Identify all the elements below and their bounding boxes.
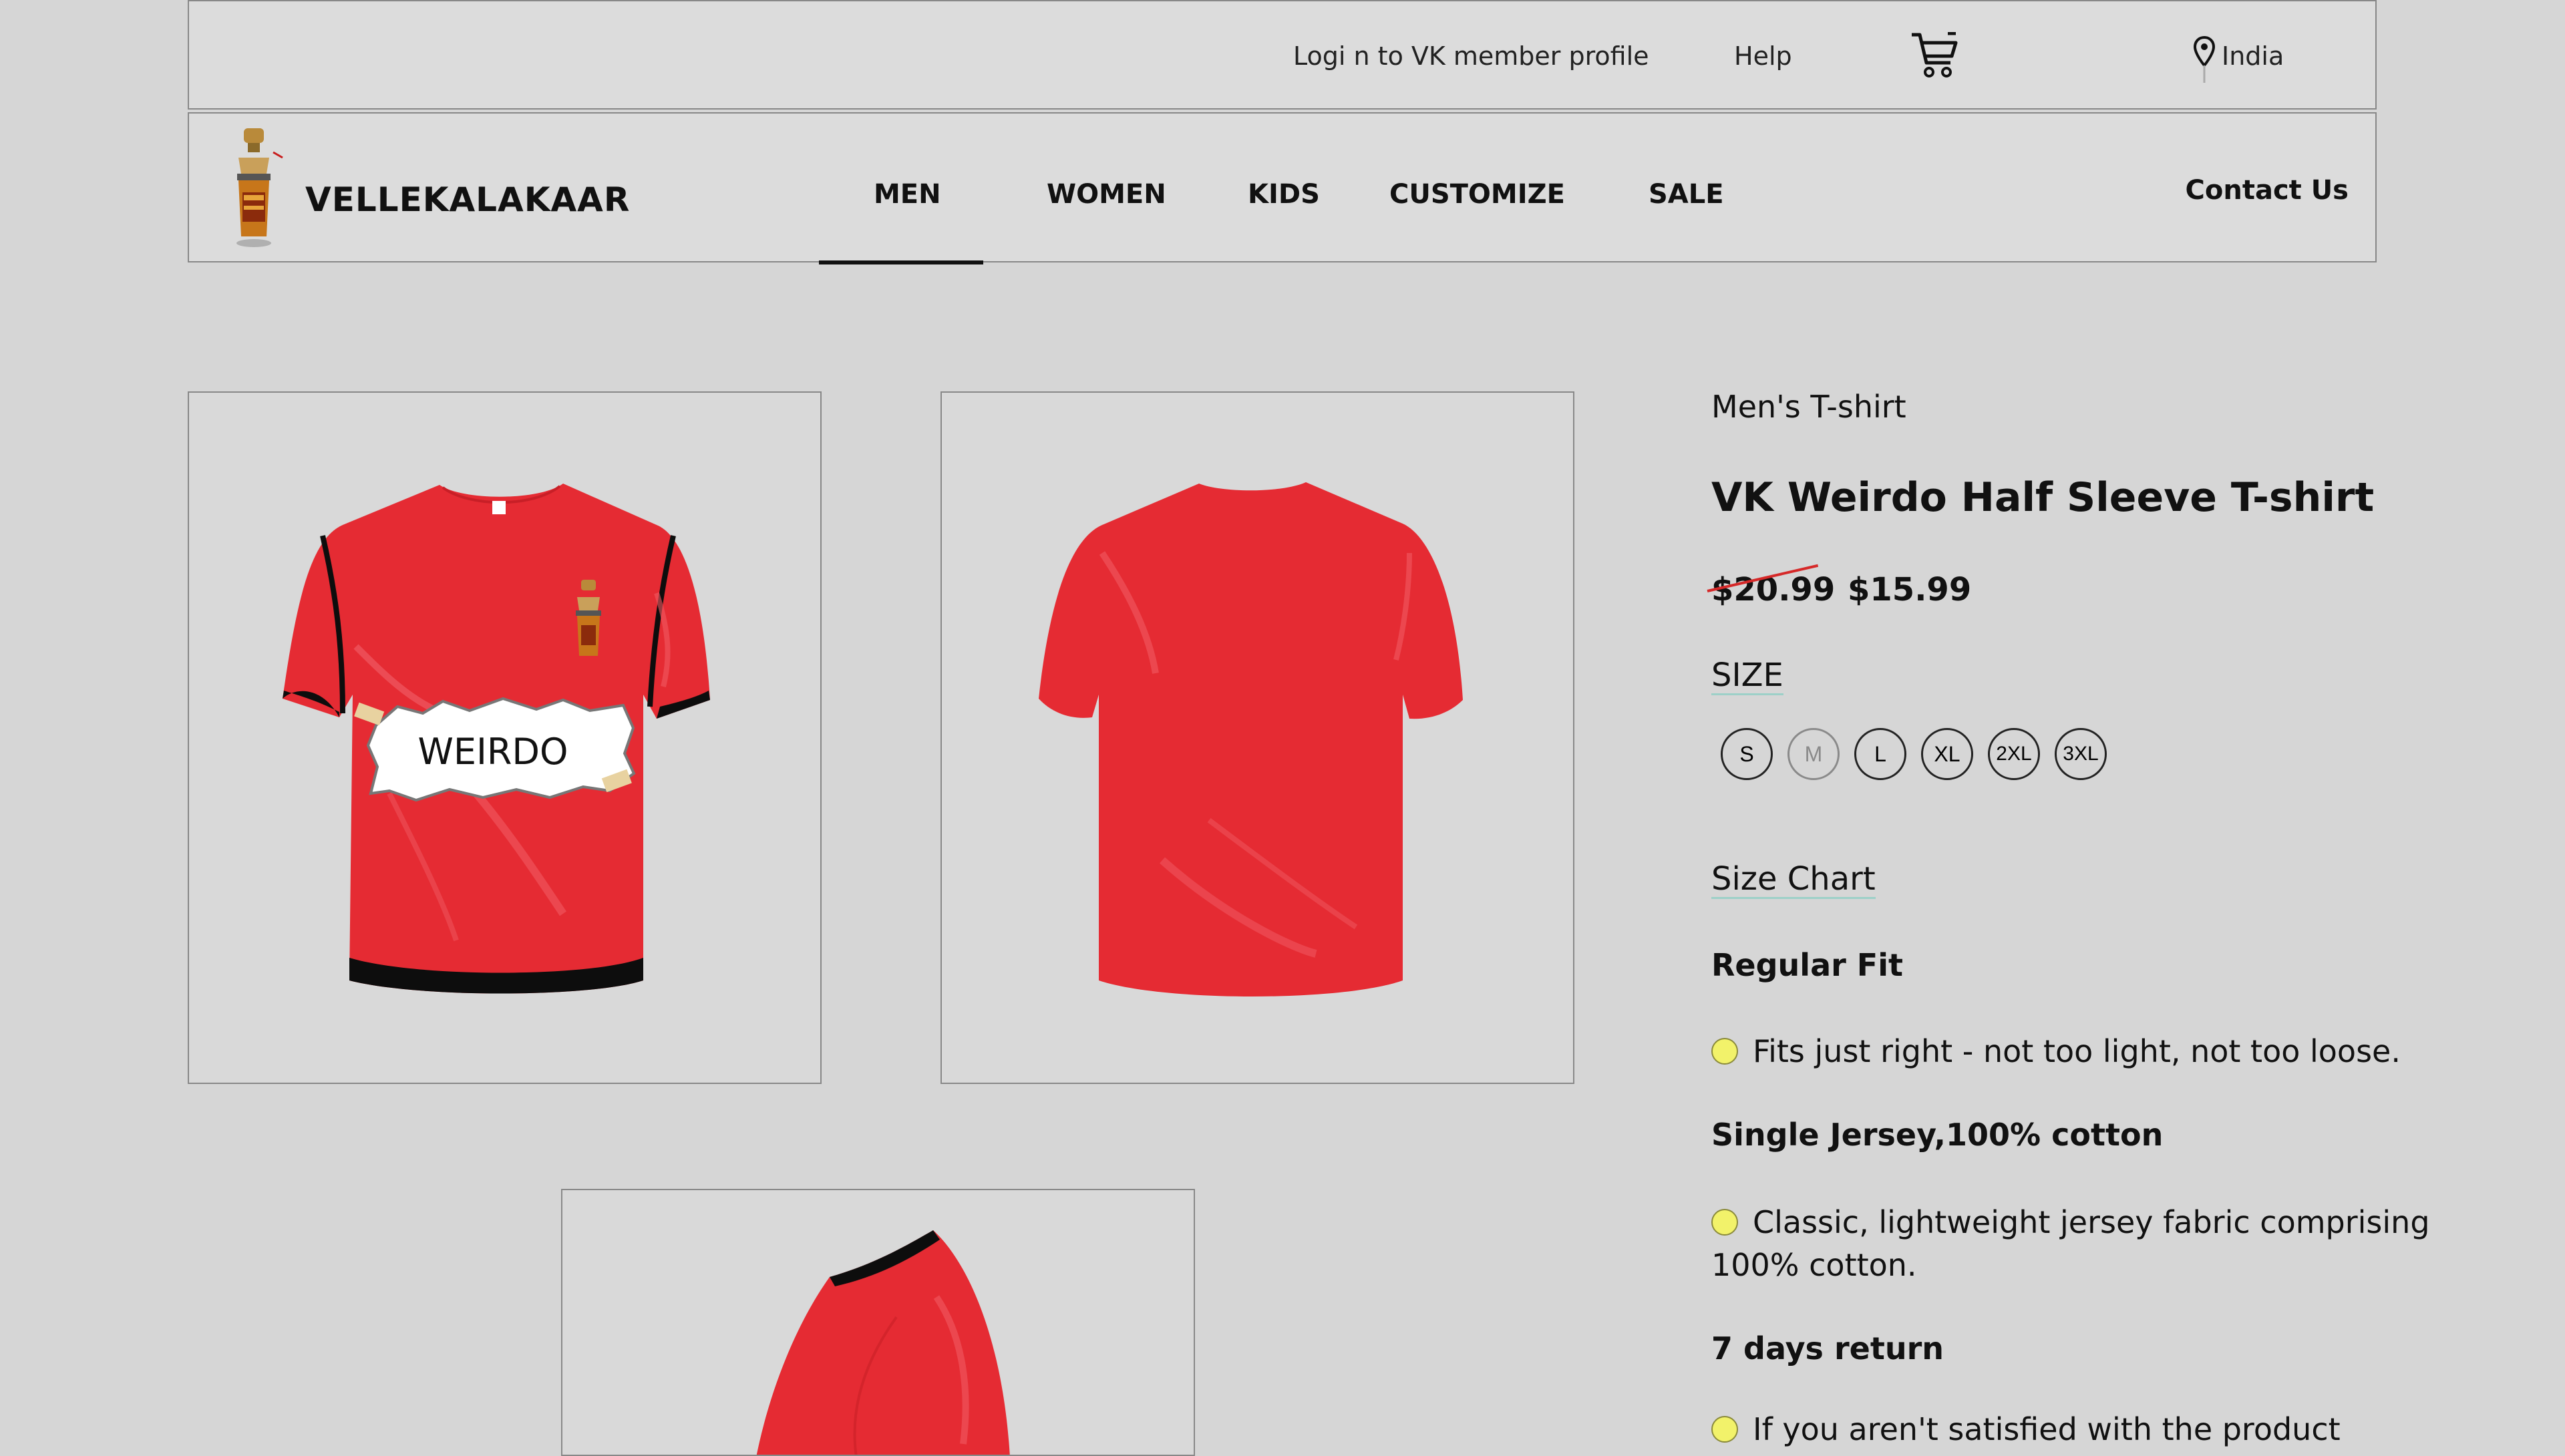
help-link[interactable]: Help bbox=[1734, 41, 1792, 71]
feature-text-returns: If you aren't satisfied with the product bbox=[1711, 1408, 2513, 1451]
top-utility-bar: Logi n to VK member profile Help India bbox=[188, 0, 2377, 110]
product-image-front[interactable]: WEIRDO bbox=[188, 391, 822, 1084]
size-option-xl[interactable]: XL bbox=[1921, 728, 1973, 780]
product-image-back[interactable] bbox=[940, 391, 1574, 1084]
original-price: $20.99 bbox=[1707, 564, 1835, 608]
feature-text: Classic, lightweight jersey fabric compr… bbox=[1711, 1204, 2430, 1283]
cart-icon[interactable] bbox=[1909, 31, 1960, 81]
main-nav: VELLEKALAKAAR MEN WOMEN KIDS CUSTOMIZE S… bbox=[188, 112, 2377, 264]
nav-item-kids[interactable]: KIDS bbox=[1248, 179, 1320, 210]
login-link[interactable]: Logi n to VK member profile bbox=[1293, 41, 1649, 71]
location-label[interactable]: India bbox=[2222, 41, 2284, 71]
nav-item-sale[interactable]: SALE bbox=[1649, 179, 1724, 210]
cocktail-shaker-logo[interactable] bbox=[229, 126, 289, 255]
tshirt-back-illustration bbox=[1039, 482, 1463, 996]
sale-price: $15.99 bbox=[1848, 571, 1972, 608]
product-image-side[interactable] bbox=[561, 1189, 1195, 1456]
feature-heading-fabric: Single Jersey,100% cotton bbox=[1711, 1117, 2164, 1153]
bullet-icon bbox=[1711, 1416, 1738, 1443]
product-category: Men's T-shirt bbox=[1711, 389, 1906, 425]
size-option-l[interactable]: L bbox=[1854, 728, 1906, 780]
contact-us-link[interactable]: Contact Us bbox=[2186, 175, 2349, 206]
feature-text-fabric: Classic, lightweight jersey fabric compr… bbox=[1711, 1201, 2513, 1286]
product-title: VK Weirdo Half Sleeve T-shirt bbox=[1711, 474, 2375, 521]
location-pin-icon[interactable] bbox=[2193, 35, 2216, 87]
tshirt-side-illustration bbox=[756, 1230, 1010, 1455]
size-option-3xl[interactable]: 3XL bbox=[2055, 728, 2107, 780]
feature-text: If you aren't satisfied with the product bbox=[1753, 1411, 2341, 1447]
nav-item-men[interactable]: MEN bbox=[874, 179, 941, 210]
feature-heading-returns: 7 days return bbox=[1711, 1330, 1944, 1367]
size-label: SIZE bbox=[1711, 657, 1783, 695]
front-print-text: WEIRDO bbox=[417, 731, 568, 773]
nav-item-customize[interactable]: CUSTOMIZE bbox=[1389, 179, 1565, 210]
nav-item-women[interactable]: WOMEN bbox=[1047, 179, 1166, 210]
size-selector: S M L XL 2XL 3XL bbox=[1721, 728, 2107, 780]
size-chart-link[interactable]: Size Chart bbox=[1711, 862, 1876, 899]
active-nav-indicator bbox=[819, 260, 983, 264]
bullet-icon bbox=[1711, 1038, 1738, 1065]
feature-text-fit: Fits just right - not too light, not too… bbox=[1711, 1030, 2513, 1073]
size-option-2xl[interactable]: 2XL bbox=[1988, 728, 2040, 780]
feature-heading-fit: Regular Fit bbox=[1711, 947, 1903, 983]
size-option-m[interactable]: M bbox=[1787, 728, 1840, 780]
size-option-s[interactable]: S bbox=[1721, 728, 1773, 780]
tshirt-front-illustration: WEIRDO bbox=[283, 484, 710, 994]
feature-text: Fits just right - not too light, not too… bbox=[1753, 1033, 2401, 1069]
bullet-icon bbox=[1711, 1209, 1738, 1236]
brand-name[interactable]: VELLEKALAKAAR bbox=[305, 180, 630, 219]
